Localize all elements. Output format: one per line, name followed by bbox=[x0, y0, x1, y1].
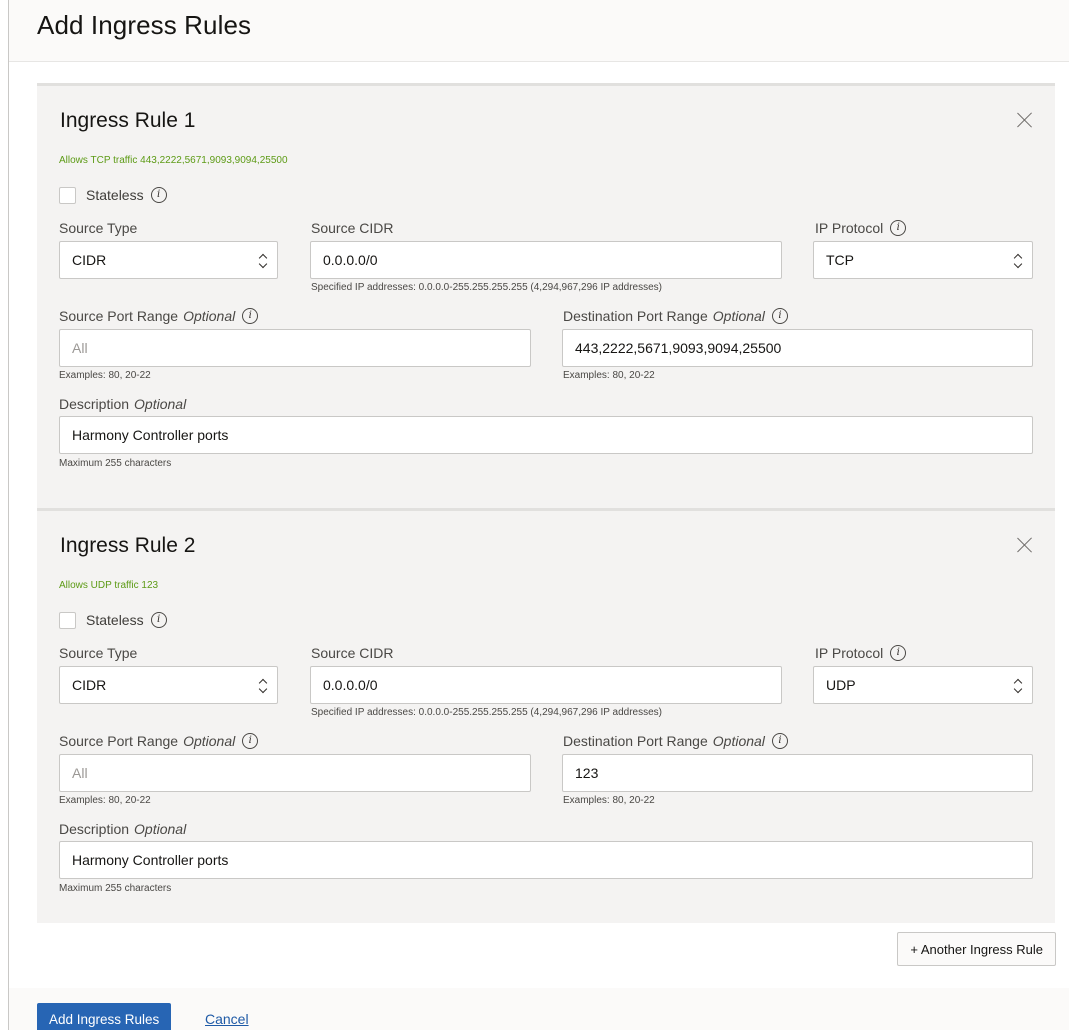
source-type-label: Source Type bbox=[59, 645, 137, 661]
info-icon[interactable]: i bbox=[150, 187, 167, 203]
source-type-select[interactable]: CIDR bbox=[59, 666, 278, 704]
ip-protocol-label-text: IP Protocol bbox=[815, 645, 884, 661]
source-cidr-label-text: Source CIDR bbox=[311, 220, 394, 236]
description-input[interactable]: Harmony Controller ports bbox=[59, 841, 1033, 879]
ip-protocol-label: IP Protocol i bbox=[815, 220, 907, 236]
description-label-text: Description bbox=[59, 396, 130, 412]
panel-header: Add Ingress Rules bbox=[9, 0, 1069, 62]
description-label: Description Optional bbox=[59, 821, 186, 837]
stateless-checkbox[interactable] bbox=[59, 186, 76, 204]
optional-label: Optional bbox=[712, 733, 765, 749]
close-icon[interactable] bbox=[1017, 537, 1033, 553]
description-label-text: Description bbox=[59, 821, 130, 837]
dest-port-help: Examples: 80, 20-22 bbox=[563, 795, 655, 806]
optional-label: Optional bbox=[183, 308, 236, 324]
panel-title: Add Ingress Rules bbox=[37, 10, 252, 40]
panel-footer: Add Ingress Rules Cancel bbox=[9, 988, 1069, 1030]
rule-title: Ingress Rule 1 bbox=[60, 109, 196, 132]
source-port-input[interactable]: All bbox=[59, 754, 531, 792]
info-icon[interactable]: i bbox=[771, 733, 788, 749]
source-type-label-text: Source Type bbox=[59, 645, 138, 661]
dest-port-label: Destination Port Range Optional i bbox=[563, 308, 788, 324]
rule-summary: Allows TCP traffic 443,2222,5671,9093,90… bbox=[59, 155, 288, 166]
source-port-label-text: Source Port Range bbox=[59, 308, 179, 324]
stateless-label: Stateless bbox=[86, 612, 144, 628]
rule-title: Ingress Rule 2 bbox=[60, 534, 196, 557]
source-port-label: Source Port Range Optional i bbox=[59, 733, 259, 749]
source-type-label: Source Type bbox=[59, 220, 137, 236]
source-type-value: CIDR bbox=[72, 252, 107, 268]
source-type-select[interactable]: CIDR bbox=[59, 241, 278, 279]
source-cidr-label-text: Source CIDR bbox=[311, 645, 394, 661]
optional-label: Optional bbox=[712, 308, 765, 324]
description-value: Harmony Controller ports bbox=[72, 852, 229, 868]
add-ingress-rules-button[interactable]: Add Ingress Rules bbox=[37, 1003, 172, 1030]
dest-port-input[interactable]: 443,2222,5671,9093,9094,25500 bbox=[562, 329, 1033, 367]
optional-label: Optional bbox=[134, 396, 187, 412]
add-ingress-rules-panel: Add Ingress Rules Ingress Rule 1 Allows … bbox=[8, 0, 1069, 1030]
ingress-rule-card-1: Ingress Rule 1 Allows TCP traffic 443,22… bbox=[37, 83, 1055, 509]
dest-port-label-text: Destination Port Range bbox=[563, 308, 708, 324]
dest-port-label: Destination Port Range Optional i bbox=[563, 733, 788, 749]
ip-protocol-select[interactable]: TCP bbox=[813, 241, 1033, 279]
source-port-input[interactable]: All bbox=[59, 329, 531, 367]
chevron-up-down-icon bbox=[258, 678, 268, 694]
ip-protocol-value: UDP bbox=[826, 677, 856, 693]
source-port-label: Source Port Range Optional i bbox=[59, 308, 259, 324]
stateless-checkbox[interactable] bbox=[59, 611, 76, 629]
dest-port-value: 123 bbox=[575, 765, 599, 781]
source-type-label-text: Source Type bbox=[59, 220, 138, 236]
dest-port-input[interactable]: 123 bbox=[562, 754, 1033, 792]
source-cidr-label: Source CIDR bbox=[311, 645, 393, 661]
dest-port-value: 443,2222,5671,9093,9094,25500 bbox=[575, 340, 782, 356]
dest-port-label-text: Destination Port Range bbox=[563, 733, 708, 749]
stateless-toggle: Stateless i bbox=[59, 611, 167, 629]
info-icon[interactable]: i bbox=[890, 645, 907, 661]
rule-summary: Allows UDP traffic 123 bbox=[59, 580, 159, 591]
optional-label: Optional bbox=[134, 821, 187, 837]
source-cidr-label: Source CIDR bbox=[311, 220, 393, 236]
info-icon[interactable]: i bbox=[150, 612, 167, 628]
stateless-toggle: Stateless i bbox=[59, 186, 167, 204]
chevron-up-down-icon bbox=[1013, 253, 1023, 269]
source-port-placeholder: All bbox=[72, 765, 88, 781]
source-port-help: Examples: 80, 20-22 bbox=[59, 795, 151, 806]
ip-protocol-value: TCP bbox=[826, 252, 854, 268]
close-icon[interactable] bbox=[1017, 112, 1033, 128]
source-cidr-help: Specified IP addresses: 0.0.0.0-255.255.… bbox=[311, 282, 662, 293]
chevron-up-down-icon bbox=[1013, 678, 1023, 694]
description-help: Maximum 255 characters bbox=[59, 883, 172, 894]
ingress-rule-card-2: Ingress Rule 2 Allows UDP traffic 123 St… bbox=[37, 508, 1055, 923]
ip-protocol-label: IP Protocol i bbox=[815, 645, 907, 661]
ip-protocol-label-text: IP Protocol bbox=[815, 220, 884, 236]
description-input[interactable]: Harmony Controller ports bbox=[59, 416, 1033, 454]
description-help: Maximum 255 characters bbox=[59, 458, 172, 469]
description-value: Harmony Controller ports bbox=[72, 427, 229, 443]
dest-port-help: Examples: 80, 20-22 bbox=[563, 370, 655, 381]
optional-label: Optional bbox=[183, 733, 236, 749]
source-cidr-help: Specified IP addresses: 0.0.0.0-255.255.… bbox=[311, 707, 662, 718]
source-cidr-input[interactable]: 0.0.0.0/0 bbox=[310, 241, 782, 279]
panel-body: Ingress Rule 1 Allows TCP traffic 443,22… bbox=[9, 62, 1069, 988]
info-icon[interactable]: i bbox=[242, 308, 259, 324]
source-port-placeholder: All bbox=[72, 340, 88, 356]
source-cidr-value: 0.0.0.0/0 bbox=[323, 252, 378, 268]
add-another-ingress-rule-button[interactable]: + Another Ingress Rule bbox=[897, 932, 1056, 966]
source-port-help: Examples: 80, 20-22 bbox=[59, 370, 151, 381]
ip-protocol-select[interactable]: UDP bbox=[813, 666, 1033, 704]
stateless-label: Stateless bbox=[86, 187, 144, 203]
source-cidr-value: 0.0.0.0/0 bbox=[323, 677, 378, 693]
source-port-label-text: Source Port Range bbox=[59, 733, 179, 749]
source-type-value: CIDR bbox=[72, 677, 107, 693]
description-label: Description Optional bbox=[59, 396, 186, 412]
cancel-link[interactable]: Cancel bbox=[205, 1011, 249, 1027]
info-icon[interactable]: i bbox=[890, 220, 907, 236]
info-icon[interactable]: i bbox=[242, 733, 259, 749]
chevron-up-down-icon bbox=[258, 253, 268, 269]
source-cidr-input[interactable]: 0.0.0.0/0 bbox=[310, 666, 782, 704]
info-icon[interactable]: i bbox=[771, 308, 788, 324]
